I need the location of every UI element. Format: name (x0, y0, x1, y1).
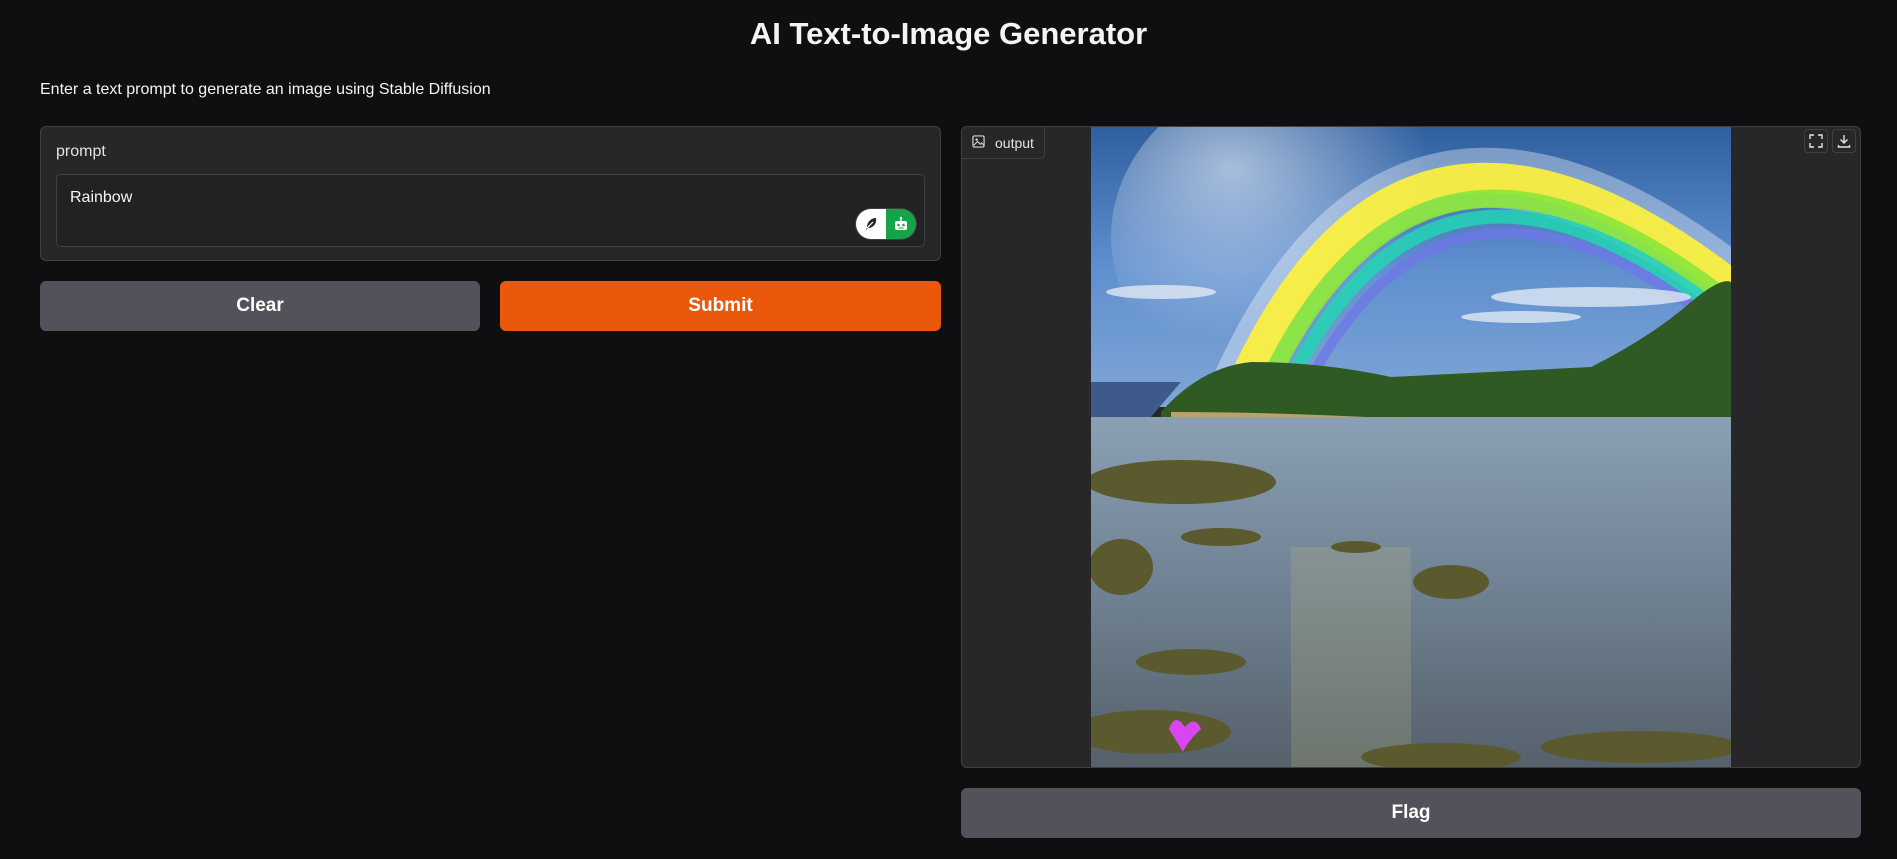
page-title: AI Text-to-Image Generator (749, 16, 1148, 51)
robot-icon[interactable] (886, 209, 916, 239)
image-icon (972, 134, 985, 151)
prompt-label: prompt (56, 143, 106, 160)
clear-button[interactable]: Clear (40, 281, 480, 331)
page-description: Enter a text prompt to generate an image… (40, 81, 491, 98)
prompt-textarea[interactable]: Rainbow (56, 174, 925, 247)
output-panel: output (961, 126, 1861, 768)
output-label: output (995, 134, 1034, 151)
fullscreen-icon[interactable] (1804, 129, 1828, 153)
image-actions (1804, 129, 1856, 153)
generated-image[interactable] (1091, 127, 1731, 768)
prompt-value: Rainbow (70, 189, 133, 206)
writing-assistant-toggle[interactable] (856, 209, 916, 239)
output-label-tag: output (962, 127, 1045, 159)
prompt-panel: prompt Rainbow (40, 126, 941, 261)
flag-button[interactable]: Flag (961, 788, 1861, 838)
feather-icon[interactable] (856, 209, 886, 239)
download-icon[interactable] (1832, 129, 1856, 153)
submit-button[interactable]: Submit (500, 281, 941, 331)
